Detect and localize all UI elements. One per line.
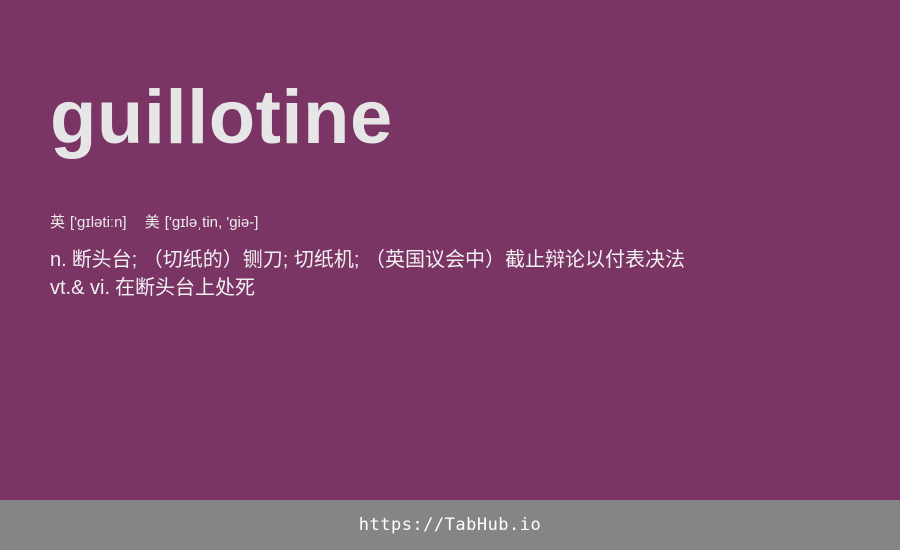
new-tab-page: guillotine 英 ['gɪlətiːn] 美 ['ɡɪləˌtin, 'ɡi… [0,0,900,500]
pronunciations: 英 ['gɪlətiːn] 美 ['ɡɪləˌtin, 'ɡiə-] [50,212,258,234]
headword: guillotine [50,75,393,160]
pronunciation-us: 美 ['ɡɪləˌtin, 'ɡiə-] [145,212,259,234]
pronunciation-uk-ipa: ['gɪlətiːn] [70,214,127,231]
definitions: n. 断头台; （切纸的）铡刀; 切纸机; （英国议会中）截止辩论以付表决法 vt… [50,246,850,302]
pronunciation-us-region: 美 [144,214,160,231]
definition-noun-pos: n. [50,249,67,271]
definition-noun-meaning: 断头台; （切纸的）铡刀; 切纸机; （英国议会中）截止辩论以付表决法 [71,249,686,271]
pronunciation-uk: 英 ['gɪlətiːn] [50,212,127,234]
definition-verb-meaning: 在断头台上处死 [115,277,256,299]
footer-bar: https://TabHub.io [0,500,900,550]
tabhub-link[interactable]: https://TabHub.io [359,515,542,535]
definition-noun: n. 断头台; （切纸的）铡刀; 切纸机; （英国议会中）截止辩论以付表决法 [50,246,850,274]
definition-verb: vt.& vi. 在断头台上处死 [50,274,850,302]
definition-verb-pos: vt.& vi. [50,277,111,299]
pronunciation-us-ipa: ['ɡɪləˌtin, 'ɡiə-] [164,214,259,231]
pronunciation-uk-region: 英 [50,214,66,231]
